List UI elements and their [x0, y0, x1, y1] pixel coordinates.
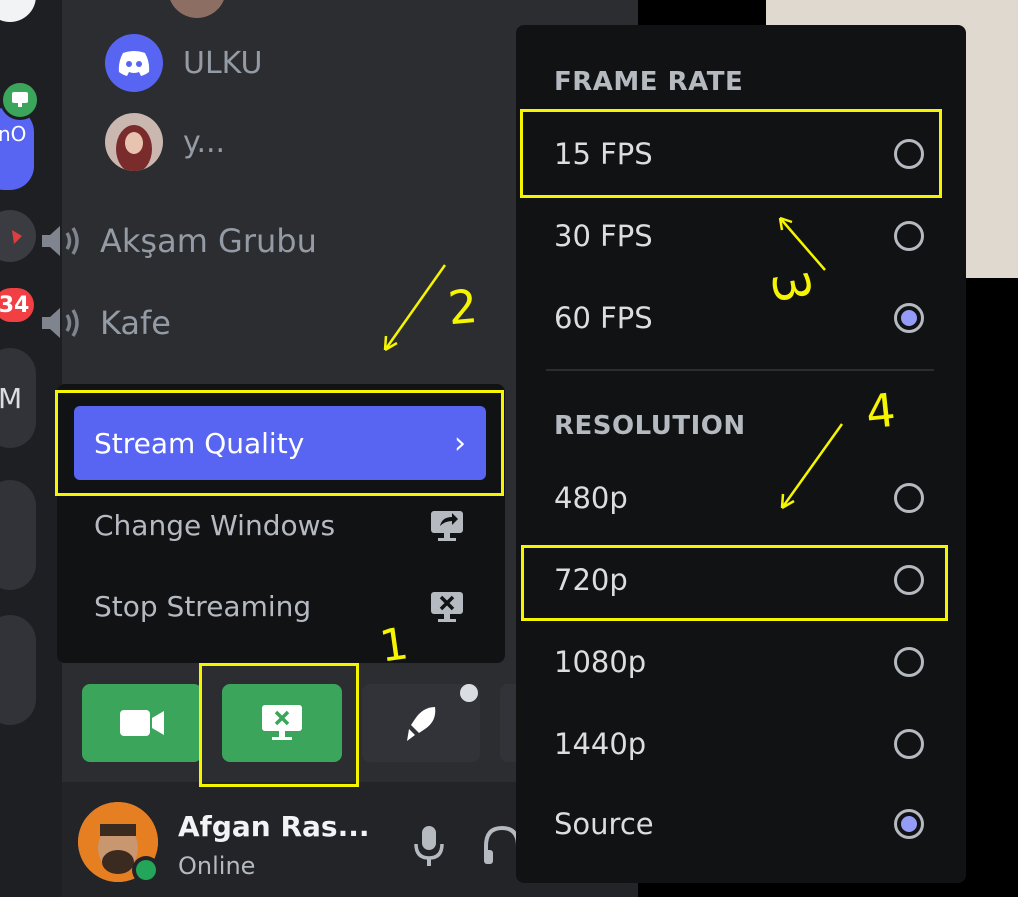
- annotation-arrows: [383, 216, 844, 510]
- annotation-step: 2: [445, 278, 480, 336]
- annotation-step: 4: [863, 382, 899, 440]
